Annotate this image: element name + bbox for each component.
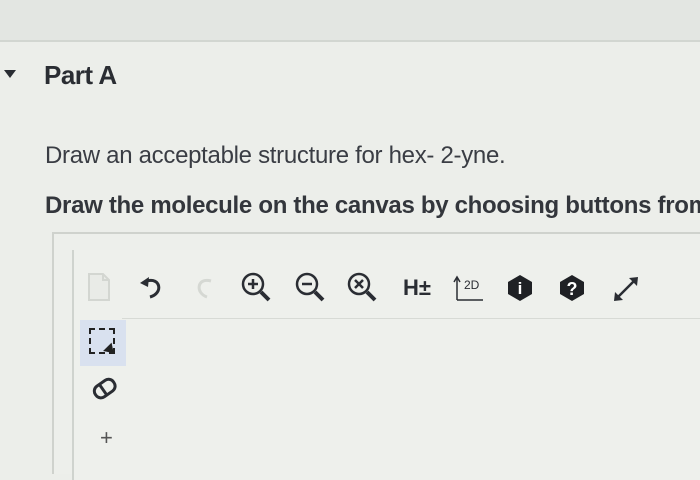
new-document-icon[interactable]	[84, 270, 114, 304]
select-tool-icon[interactable]	[80, 320, 126, 366]
redo-icon[interactable]	[190, 274, 220, 304]
zoom-in-icon[interactable]	[238, 270, 274, 304]
question-prompt: Draw an acceptable structure for hex- 2-…	[45, 142, 506, 169]
question-instruction: Draw the molecule on the canvas by choos…	[45, 192, 700, 219]
part-title: Part A	[44, 60, 117, 90]
eraser-icon[interactable]	[88, 375, 124, 405]
hydrogen-toggle-label: H±	[403, 275, 431, 300]
undo-icon[interactable]	[136, 274, 170, 304]
toolbar-divider	[122, 318, 700, 319]
top-strip	[0, 0, 700, 40]
help-label: ?	[567, 279, 578, 299]
clean-2d-label: 2D	[464, 278, 480, 292]
help-icon[interactable]: ?	[556, 272, 588, 304]
collapse-arrow-icon[interactable]	[4, 70, 16, 78]
info-label: i	[518, 279, 523, 298]
add-atom-icon[interactable]: +	[100, 425, 113, 451]
hydrogen-toggle-icon[interactable]: H±	[398, 274, 436, 302]
zoom-out-icon[interactable]	[292, 270, 328, 304]
fullscreen-icon[interactable]	[608, 272, 644, 306]
info-icon[interactable]: i	[504, 272, 536, 304]
clean-2d-icon[interactable]: 2D	[452, 270, 488, 304]
section-divider	[0, 40, 700, 42]
zoom-reset-icon[interactable]	[344, 270, 380, 304]
